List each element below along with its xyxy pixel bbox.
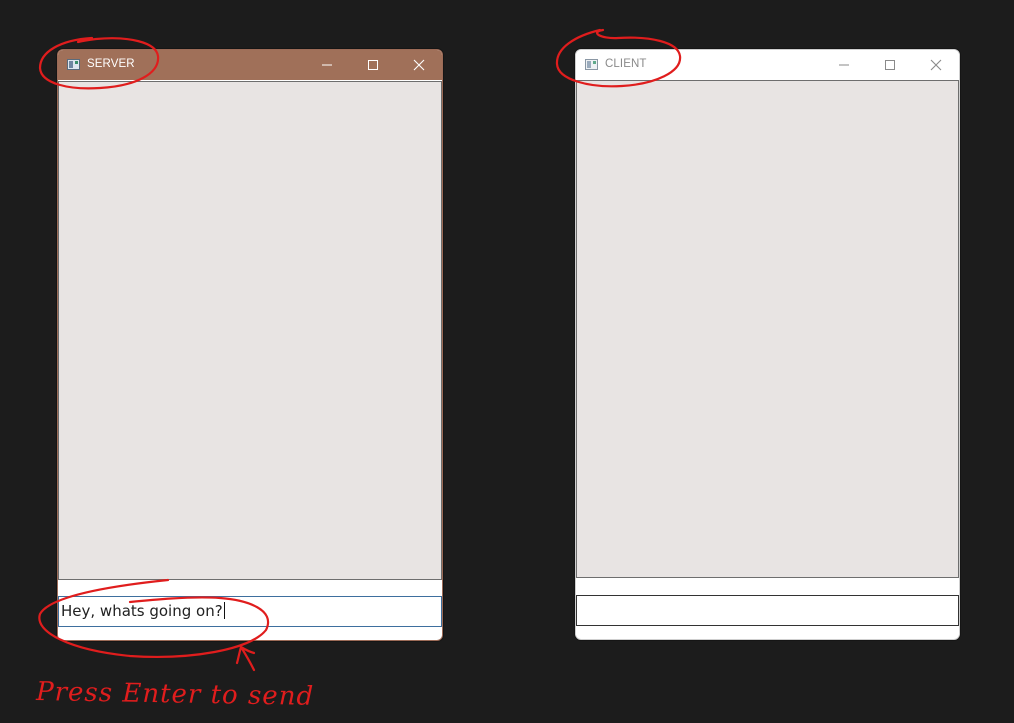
- maximize-button[interactable]: [867, 50, 913, 80]
- minimize-button[interactable]: [304, 50, 350, 80]
- minimize-button[interactable]: [821, 50, 867, 80]
- client-titlebar[interactable]: CLIENT: [576, 50, 959, 80]
- window-title: CLIENT: [605, 58, 647, 70]
- minimize-icon: [839, 64, 849, 66]
- arrow-annotation: [235, 645, 256, 672]
- window-title: SERVER: [87, 58, 135, 70]
- maximize-button[interactable]: [350, 50, 396, 80]
- app-icon: [67, 59, 80, 70]
- close-icon: [413, 59, 425, 71]
- message-text: Hey, whats going on?: [61, 602, 223, 620]
- chat-log[interactable]: [58, 81, 442, 580]
- client-window: CLIENT: [575, 49, 960, 640]
- close-button[interactable]: [913, 50, 959, 80]
- server-window: SERVER Hey, whats going on?: [57, 49, 443, 641]
- close-icon: [930, 59, 942, 71]
- message-input[interactable]: Hey, whats going on?: [58, 596, 442, 627]
- chat-log[interactable]: [576, 80, 959, 578]
- close-button[interactable]: [396, 50, 442, 80]
- annotation-caption: Press Enter to send: [35, 677, 314, 712]
- maximize-icon: [885, 60, 895, 70]
- minimize-icon: [322, 64, 332, 66]
- text-caret: [223, 602, 225, 619]
- message-input[interactable]: [576, 595, 959, 626]
- server-titlebar[interactable]: SERVER: [58, 50, 442, 80]
- maximize-icon: [368, 60, 378, 70]
- app-icon: [585, 59, 598, 70]
